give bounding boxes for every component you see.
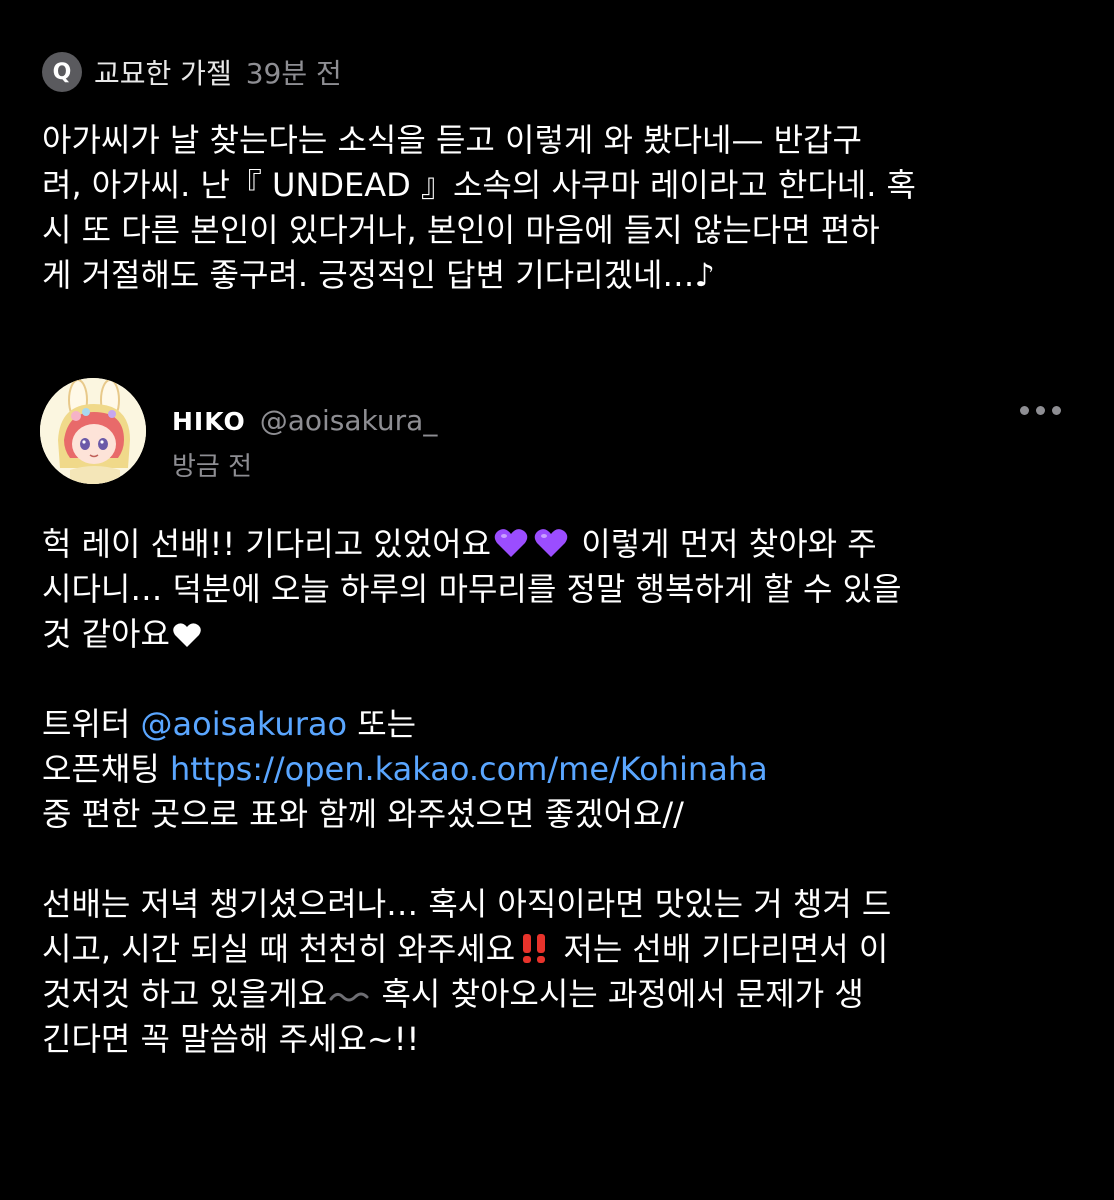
- question-author[interactable]: 교묘한 가젤: [94, 52, 232, 92]
- question-timestamp: 39분 전: [245, 57, 342, 90]
- answer-line: 긴다면 꼭 말씀해 주세요~!!: [42, 1020, 420, 1058]
- answer-text-segment: 시고, 시간 되실 때 천천히 와주세요: [42, 930, 516, 968]
- question-text: 아가씨가 날 찾는다는 소식을 듣고 이렇게 와 봤다네— 반갑구 려, 아가씨…: [42, 118, 1082, 298]
- answer-text-segment: 혹시 찾아오시는 과정에서 문제가 생: [371, 975, 864, 1013]
- answer-line: 선배는 저녁 챙기셨으려나… 혹시 아직이라면 맛있는 거 챙겨 드: [42, 885, 892, 923]
- question-line: 시 또 다른 본인이 있다거나, 본인이 마음에 들지 않는다면 편하: [42, 211, 880, 249]
- question-line: 려, 아가씨. 난『 UNDEAD 』소속의 사쿠마 레이라고 한다네. 혹: [42, 166, 917, 204]
- answer-text-segment: 것저것 하고 있을게요: [42, 975, 328, 1013]
- answer-text-segment: 이렇게 먼저 찾아와 주: [571, 525, 877, 563]
- dot: [1051, 405, 1061, 415]
- purple-heart-icon: [534, 529, 568, 557]
- question-line: 아가씨가 날 찾는다는 소식을 듣고 이렇게 와 봤다네— 반갑구: [42, 121, 862, 159]
- question-header: Q 교묘한 가젤 39분 전: [42, 50, 342, 94]
- answer-line: 트위터 @aoisakurao 또는: [42, 702, 1082, 747]
- answer-display-name[interactable]: HIKO: [172, 407, 246, 436]
- answer-author-row: HIKO @aoisakura_: [172, 404, 437, 437]
- answer-timestamp: 방금 전: [172, 452, 253, 482]
- answer-line: 헉 레이 선배!! 기다리고 있었어요 이렇게 먼저 찾아와 주: [42, 522, 1082, 567]
- dot: [1019, 405, 1029, 415]
- answer-line: 것 같아요: [42, 612, 1082, 657]
- answer-text-segment: 트위터: [42, 705, 141, 743]
- answer-text-segment: 또는: [347, 705, 417, 743]
- openchat-link[interactable]: https://open.kakao.com/me/Kohinaha: [170, 750, 768, 788]
- white-heart-icon: [173, 623, 201, 647]
- page: Q 교묘한 가젤 39분 전 아가씨가 날 찾는다는 소식을 듣고 이렇게 와 …: [0, 0, 1114, 1200]
- answer-line: 시고, 시간 되실 때 천천히 와주세요 저는 선배 기다리면서 이: [42, 927, 1082, 972]
- answer-line: 시다니… 덕분에 오늘 하루의 마무리를 정말 행복하게 할 수 있을: [42, 570, 902, 608]
- answer-line: 오픈채팅 https://open.kakao.com/me/Kohinaha: [42, 747, 1082, 792]
- answer-line: 중 편한 곳으로 표와 함께 와주셨으면 좋겠어요//: [42, 795, 684, 833]
- answer-handle[interactable]: @aoisakura_: [260, 404, 438, 437]
- avatar-image: [40, 378, 146, 484]
- q-badge-icon: Q: [42, 52, 82, 92]
- twitter-handle-link[interactable]: @aoisakurao: [141, 705, 348, 743]
- answer-text-segment: 것 같아요: [42, 615, 170, 653]
- answer-text-segment: 저는 선배 기다리면서 이: [553, 930, 889, 968]
- answer-text-segment: 오픈채팅: [42, 750, 170, 788]
- answer-text: 헉 레이 선배!! 기다리고 있었어요 이렇게 먼저 찾아와 주 시다니… 덕분…: [42, 522, 1082, 1062]
- double-exclamation-icon: [523, 934, 546, 963]
- dot: [1035, 405, 1045, 415]
- purple-heart-icon: [494, 529, 528, 557]
- avatar[interactable]: [40, 378, 146, 484]
- question-line: 게 거절해도 좋구려. 긍정적인 답변 기다리겠네…♪: [42, 256, 715, 294]
- answer-line: 것저것 하고 있을게요 혹시 찾아오시는 과정에서 문제가 생: [42, 972, 1082, 1017]
- more-options-icon[interactable]: [1012, 396, 1068, 424]
- answer-text-segment: 헉 레이 선배!! 기다리고 있었어요: [42, 525, 492, 563]
- wavy-dash-icon: [329, 992, 369, 1002]
